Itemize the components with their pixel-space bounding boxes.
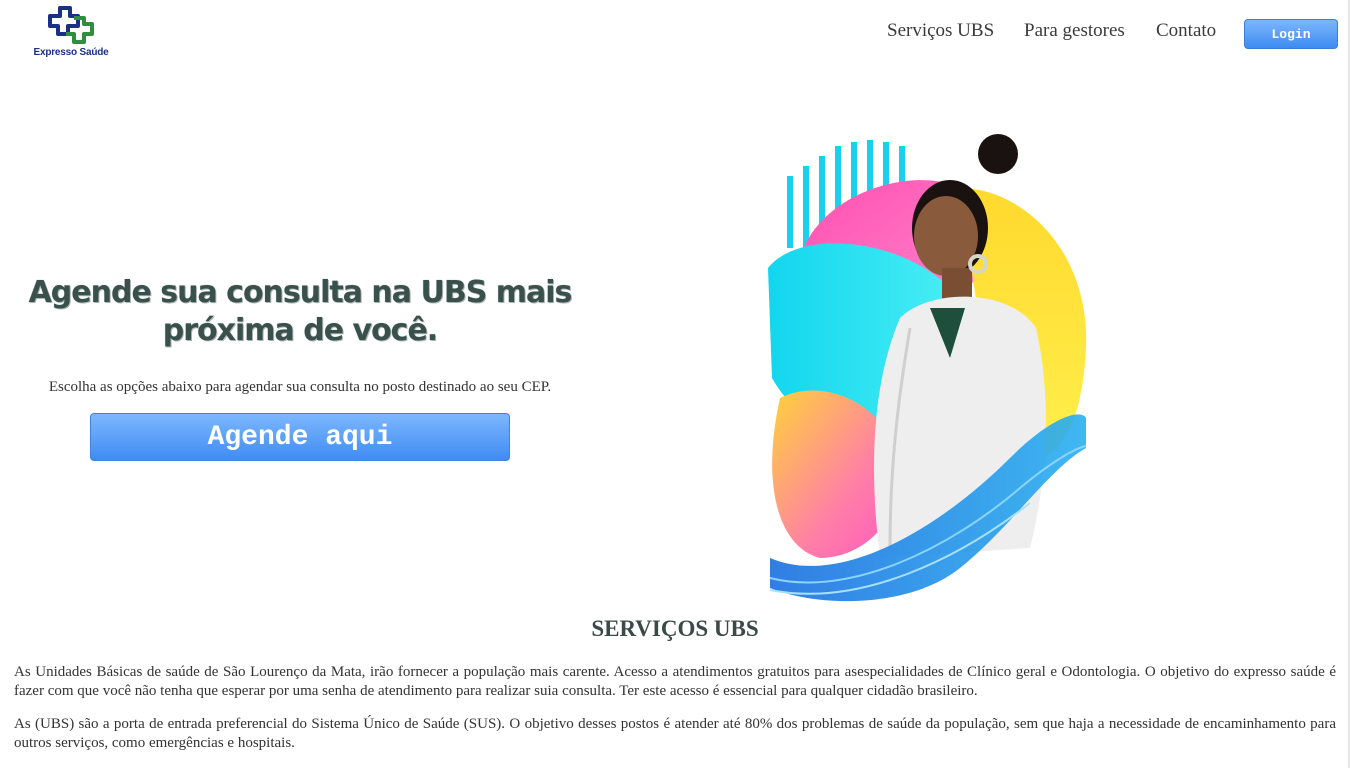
brand-logo[interactable]: Expresso Saúde: [28, 4, 114, 60]
section-paragraph-1: As Unidades Básicas de saúde de São Lour…: [14, 664, 1336, 699]
logo-text: Expresso Saúde: [33, 47, 109, 58]
nav-servicos-ubs[interactable]: Serviços UBS: [887, 20, 994, 42]
nav-contato[interactable]: Contato: [1156, 20, 1216, 42]
nav-para-gestores[interactable]: Para gestores: [1024, 20, 1125, 42]
section-title: SERVIÇOS UBS: [591, 616, 759, 641]
hero-title: Agende sua consulta na UBS mais próxima …: [28, 275, 573, 348]
hero-subtitle: Escolha as opções abaixo para agendar su…: [48, 379, 552, 395]
medical-cross-logo-icon: [48, 6, 94, 44]
schedule-button[interactable]: Agende aqui: [90, 413, 510, 461]
doctor-illustration-icon: [768, 134, 1087, 602]
section-paragraph-2: As (UBS) são a porta de entrada preferen…: [14, 716, 1336, 751]
login-button[interactable]: Login: [1244, 19, 1338, 49]
